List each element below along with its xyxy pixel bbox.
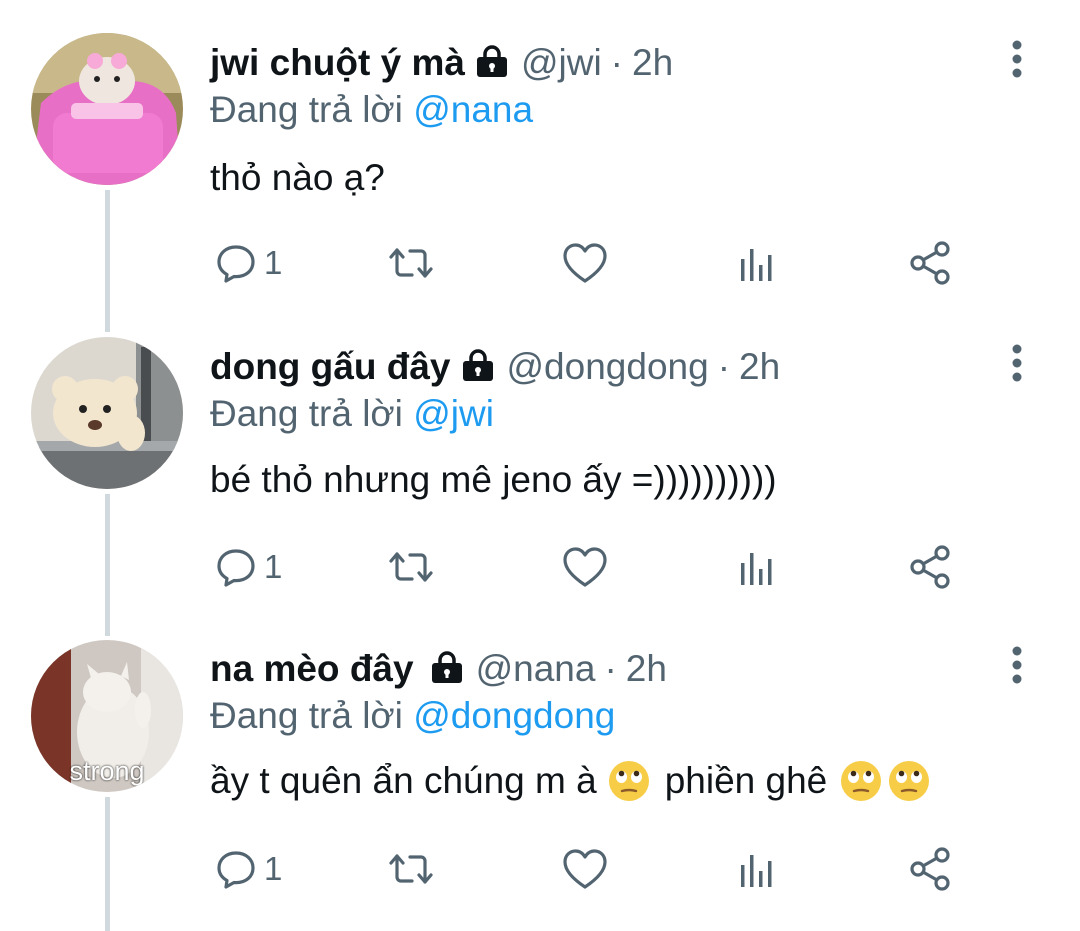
reply-count: 1 bbox=[264, 548, 283, 585]
views-button[interactable] bbox=[738, 542, 778, 592]
replying-to: Đang trả lời @nana bbox=[210, 89, 533, 131]
avatar-label: strong bbox=[69, 756, 145, 786]
views-button[interactable] bbox=[738, 844, 778, 894]
separator-dot: · bbox=[604, 648, 617, 689]
more-vertical-icon[interactable] bbox=[1006, 39, 1028, 79]
thread-line bbox=[105, 797, 110, 931]
face-with-rolling-eyes-emoji bbox=[839, 759, 883, 803]
tweet-text: bé thỏ nhưng mê jeno ấy =)))))))))) bbox=[210, 459, 777, 501]
display-name[interactable]: na mèo đây bbox=[210, 648, 414, 690]
replying-to-label: Đang trả lời bbox=[210, 695, 403, 736]
timestamp[interactable]: 2h bbox=[739, 346, 780, 388]
reply-button[interactable]: 1 bbox=[214, 844, 282, 894]
mention-link[interactable]: @jwi bbox=[413, 393, 494, 434]
share-button[interactable] bbox=[908, 238, 954, 288]
share-icon bbox=[910, 545, 950, 589]
user-handle[interactable]: @dongdong bbox=[507, 346, 709, 388]
views-button[interactable] bbox=[738, 238, 778, 288]
retweet-button[interactable] bbox=[385, 844, 437, 894]
retweet-button[interactable] bbox=[385, 542, 437, 592]
avatar[interactable]: strong bbox=[31, 640, 183, 792]
action-bar: 1 bbox=[210, 238, 970, 288]
timestamp[interactable]: 2h bbox=[632, 42, 673, 84]
mention-link[interactable]: @dongdong bbox=[413, 695, 615, 736]
display-name[interactable]: jwi chuột ý mà bbox=[210, 42, 465, 84]
analytics-icon bbox=[741, 249, 772, 281]
share-button[interactable] bbox=[908, 844, 954, 894]
lock-icon bbox=[461, 348, 495, 386]
avatar[interactable] bbox=[31, 337, 183, 489]
mention-link[interactable]: @nana bbox=[413, 89, 533, 130]
reply-icon bbox=[217, 851, 255, 889]
analytics-icon bbox=[741, 855, 772, 887]
reply-count: 1 bbox=[264, 244, 283, 281]
user-handle[interactable]: @jwi bbox=[521, 42, 602, 84]
reply-button[interactable]: 1 bbox=[214, 238, 282, 288]
like-button[interactable] bbox=[562, 542, 608, 592]
thread-line bbox=[105, 190, 110, 332]
lock-icon bbox=[475, 44, 509, 82]
avatar[interactable] bbox=[31, 33, 183, 185]
replying-to: Đang trả lời @dongdong bbox=[210, 695, 615, 737]
analytics-icon bbox=[741, 553, 772, 585]
retweet-button[interactable] bbox=[385, 238, 437, 288]
separator-dot: · bbox=[610, 42, 623, 83]
heart-icon bbox=[563, 849, 607, 889]
timestamp[interactable]: 2h bbox=[626, 648, 667, 690]
share-button[interactable] bbox=[908, 542, 954, 592]
action-bar: 1 bbox=[210, 542, 970, 592]
share-icon bbox=[910, 847, 950, 891]
like-button[interactable] bbox=[562, 238, 608, 288]
share-icon bbox=[910, 241, 950, 285]
retweet-icon bbox=[389, 854, 433, 884]
thread-line bbox=[105, 494, 110, 636]
tweet-text-part: ầy t quên ẩn chúng m à bbox=[210, 760, 597, 801]
action-bar: 1 bbox=[210, 844, 970, 894]
retweet-icon bbox=[389, 248, 433, 278]
more-vertical-icon[interactable] bbox=[1006, 343, 1028, 383]
tweet-text: thỏ nào ạ? bbox=[210, 157, 385, 199]
display-name[interactable]: dong gấu đây bbox=[210, 346, 451, 388]
tweet-text-part: phiền ghê bbox=[664, 760, 828, 801]
heart-icon bbox=[563, 547, 607, 587]
replying-to-label: Đang trả lời bbox=[210, 393, 403, 434]
face-with-rolling-eyes-emoji bbox=[607, 759, 651, 803]
reply-icon bbox=[217, 245, 255, 283]
like-button[interactable] bbox=[562, 844, 608, 894]
face-with-rolling-eyes-emoji bbox=[887, 759, 931, 803]
heart-icon bbox=[563, 243, 607, 283]
reply-count: 1 bbox=[264, 850, 283, 887]
reply-button[interactable]: 1 bbox=[214, 542, 282, 592]
separator-dot: · bbox=[717, 346, 731, 387]
lock-icon bbox=[430, 650, 464, 688]
replying-to-label: Đang trả lời bbox=[210, 89, 403, 130]
tweet-text-part: bé thỏ nhưng mê jeno ấy =)))))))))) bbox=[210, 459, 777, 500]
replying-to: Đang trả lời @jwi bbox=[210, 393, 494, 435]
more-vertical-icon[interactable] bbox=[1006, 645, 1028, 685]
retweet-icon bbox=[389, 552, 433, 582]
user-handle[interactable]: @nana bbox=[476, 648, 596, 690]
tweet-text: ầy t quên ẩn chúng m à phiền ghê bbox=[210, 759, 935, 803]
tweet-text-part: thỏ nào ạ? bbox=[210, 157, 385, 198]
reply-icon bbox=[217, 549, 255, 587]
